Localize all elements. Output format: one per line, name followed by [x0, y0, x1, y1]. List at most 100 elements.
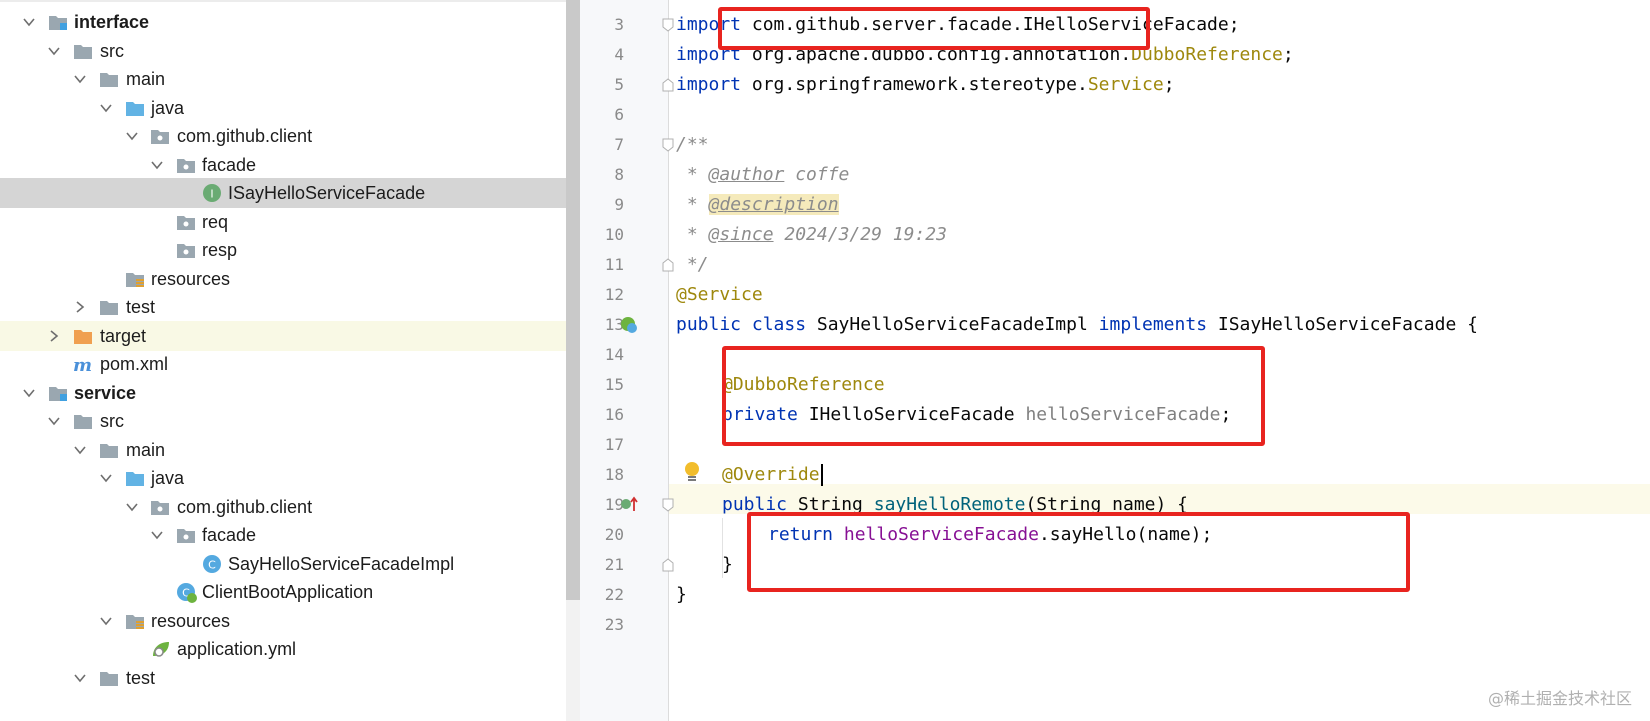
tree-item-src[interactable]: src	[0, 36, 580, 66]
chevron-down-icon[interactable]	[73, 443, 87, 457]
code-line-22[interactable]: }	[676, 580, 687, 610]
fold-marker-icon[interactable]	[662, 498, 674, 512]
tree-item-resources[interactable]: resources	[0, 606, 580, 636]
tree-item-test[interactable]: test	[0, 663, 580, 693]
chevron-right-icon[interactable]	[47, 329, 61, 343]
tree-item-src[interactable]: src	[0, 406, 580, 436]
tree-item-interface[interactable]: interface	[0, 7, 580, 37]
chevron-down-icon[interactable]	[150, 158, 164, 172]
class-icon: C	[202, 554, 222, 574]
tree-item-java[interactable]: java	[0, 463, 580, 493]
chevron-down-icon[interactable]	[99, 614, 113, 628]
tree-top-divider	[0, 0, 580, 2]
fold-marker-icon[interactable]	[662, 18, 674, 32]
code-line-10[interactable]: * @since 2024/3/29 19:23	[676, 220, 947, 250]
intention-bulb-icon[interactable]	[682, 460, 702, 484]
text-caret	[820, 464, 823, 486]
module-folder-icon	[48, 383, 68, 403]
line-number: 17	[604, 435, 624, 454]
tree-item-main[interactable]: main	[0, 435, 580, 465]
tree-item-package[interactable]: req	[0, 207, 580, 237]
tree-item-label: facade	[202, 155, 257, 175]
maven-icon: m	[72, 354, 92, 374]
tree-item-java[interactable]: java	[0, 93, 580, 123]
code-line-13[interactable]: public class SayHelloServiceFacadeImpl i…	[676, 310, 1478, 340]
line-number: 23	[604, 615, 624, 634]
import-path: org.springframework.stereotype.	[751, 74, 1088, 95]
import-class: Service	[1087, 74, 1164, 95]
tree-item-resources[interactable]: resources	[0, 264, 580, 294]
chevron-down-icon[interactable]	[125, 500, 139, 514]
code-line-11[interactable]: */	[676, 250, 709, 280]
chevron-down-icon[interactable]	[22, 15, 36, 29]
chevron-down-icon[interactable]	[73, 72, 87, 86]
line-number: 18	[604, 465, 624, 484]
source-folder-icon	[125, 98, 145, 118]
code-line-9[interactable]: * @description	[676, 190, 839, 220]
tree-item-class-file[interactable]: C ClientBootApplication	[0, 577, 580, 607]
chevron-down-icon[interactable]	[47, 44, 61, 58]
tree-item-main[interactable]: main	[0, 64, 580, 94]
tree-item-package[interactable]: com.github.client	[0, 121, 580, 151]
tree-item-label: service	[74, 383, 137, 403]
javadoc-value: coffe	[784, 164, 850, 185]
tree-item-service[interactable]: service	[0, 378, 580, 408]
folder-icon	[73, 411, 93, 431]
code-line-8[interactable]: * @author coffe	[676, 160, 850, 190]
tree-item-package[interactable]: facade	[0, 520, 580, 550]
implements-method-icon[interactable]	[620, 495, 638, 513]
tree-item-package[interactable]: facade	[0, 150, 580, 180]
code-editor[interactable]: 3 4 5 6 7 8 9 10 11 12 13 14 15 16 17 18…	[580, 0, 1650, 721]
fold-marker-icon[interactable]	[662, 78, 674, 92]
svg-text:m: m	[73, 355, 92, 374]
line-number: 21	[604, 555, 624, 574]
chevron-down-icon[interactable]	[99, 471, 113, 485]
chevron-down-icon[interactable]	[47, 414, 61, 428]
folder-icon	[99, 668, 119, 688]
package-icon	[150, 126, 170, 146]
class-name: SayHelloServiceFacadeImpl	[806, 314, 1099, 335]
tree-item-config-file[interactable]: application.yml	[0, 634, 580, 664]
tree-item-label: test	[126, 668, 156, 688]
tree-item-package[interactable]: com.github.client	[0, 492, 580, 522]
chevron-down-icon[interactable]	[73, 671, 87, 685]
module-folder-icon	[48, 12, 68, 32]
tree-item-label: resources	[151, 611, 231, 631]
fold-marker-icon[interactable]	[662, 558, 674, 572]
tree-item-pom[interactable]: m pom.xml	[0, 349, 580, 379]
folder-icon	[73, 41, 93, 61]
line-number: 10	[604, 225, 624, 244]
tree-item-label: com.github.client	[177, 126, 313, 146]
tree-item-package[interactable]: resp	[0, 235, 580, 265]
semicolon: ;	[1163, 74, 1175, 95]
line-number: 19	[604, 495, 624, 514]
fold-marker-icon[interactable]	[662, 258, 674, 272]
tree-item-label: ClientBootApplication	[202, 582, 374, 602]
javadoc-value: 2024/3/29 19:23	[773, 224, 947, 245]
code-line-12[interactable]: @Service	[676, 280, 763, 310]
chevron-down-icon[interactable]	[150, 528, 164, 542]
fold-marker-icon[interactable]	[662, 138, 674, 152]
tree-item-label: facade	[202, 525, 257, 545]
tree-item-interface-file[interactable]: I ISayHelloServiceFacade	[0, 178, 580, 208]
tree-item-class-file[interactable]: C SayHelloServiceFacadeImpl	[0, 549, 580, 579]
spring-config-icon	[150, 639, 170, 659]
tree-item-label: java	[151, 98, 185, 118]
line-number: 16	[604, 405, 624, 424]
chevron-down-icon[interactable]	[99, 101, 113, 115]
chevron-right-icon[interactable]	[73, 300, 87, 314]
code-line-18[interactable]: @Override	[722, 460, 823, 490]
code-line-21[interactable]: }	[722, 550, 733, 580]
svg-text:C: C	[208, 559, 216, 572]
chevron-down-icon[interactable]	[22, 386, 36, 400]
chevron-down-icon[interactable]	[125, 129, 139, 143]
tree-item-label: src	[100, 411, 124, 431]
folder-icon	[99, 297, 119, 317]
tree-item-test[interactable]: test	[0, 292, 580, 322]
tree-scrollbar-thumb[interactable]	[566, 0, 580, 600]
code-line-5[interactable]: import org.springframework.stereotype.Se…	[676, 70, 1175, 100]
tree-item-target[interactable]: target	[0, 321, 580, 351]
tree-item-label: req	[202, 212, 229, 232]
code-line-7[interactable]: /**	[676, 130, 709, 160]
spring-bean-icon[interactable]	[620, 316, 638, 334]
